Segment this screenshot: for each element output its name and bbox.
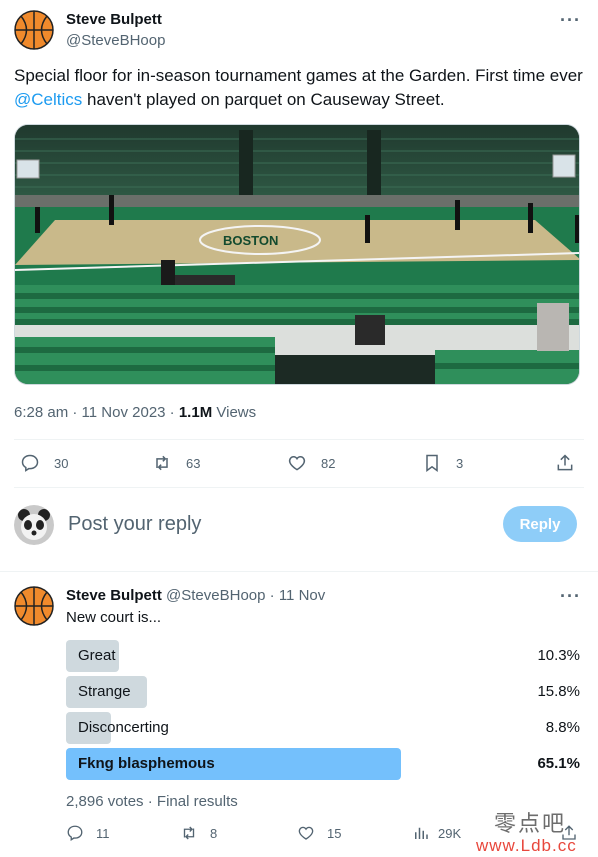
bookmark-action[interactable]: 3 bbox=[422, 453, 463, 473]
poll-footer-dot: · bbox=[147, 793, 153, 810]
tweet-text: Special floor for in-season tournament g… bbox=[14, 64, 584, 112]
poll-author-avatar[interactable] bbox=[14, 586, 54, 626]
views-chart-icon bbox=[415, 827, 428, 839]
retweet-count: 63 bbox=[186, 455, 201, 471]
poll-views-count: 29K bbox=[438, 825, 462, 841]
tweet-text-part2: haven't played on parquet on Causeway St… bbox=[82, 90, 445, 109]
heart-icon bbox=[298, 826, 314, 840]
poll-reply-action[interactable]: 11 bbox=[66, 824, 110, 842]
poll-option-label: Great bbox=[78, 647, 116, 664]
poll-footer: 2,896 votes · Final results bbox=[66, 793, 238, 810]
poll-like-count: 15 bbox=[327, 825, 342, 841]
poll-author-handle[interactable]: @SteveBHoop bbox=[166, 587, 265, 604]
watermark-chinese: 零点吧 bbox=[494, 812, 567, 837]
poll-like-action[interactable]: 15 bbox=[297, 824, 341, 842]
poll-tweet-header: Steve Bulpett @SteveBHoop · 11 Nov bbox=[66, 587, 325, 604]
watermark-url: www.Ldb.cc bbox=[476, 836, 577, 855]
poll-option-percent: 15.8% bbox=[537, 683, 580, 700]
share-action[interactable] bbox=[555, 453, 575, 473]
basketball-icon bbox=[14, 586, 54, 626]
poll-status: Final results bbox=[156, 793, 238, 810]
poll-option-percent: 65.1% bbox=[537, 755, 580, 772]
meta-dot: · bbox=[72, 404, 78, 421]
author-avatar[interactable] bbox=[14, 10, 54, 50]
header-dot: · bbox=[269, 587, 275, 604]
poll-reply-count: 11 bbox=[96, 825, 110, 841]
divider bbox=[14, 487, 584, 488]
poll-option-percent: 8.8% bbox=[545, 719, 580, 736]
retweet-action[interactable]: 63 bbox=[152, 453, 200, 473]
poll-option-winner: Fkng blasphemous 65.1% bbox=[66, 748, 580, 780]
reply-icon bbox=[21, 454, 39, 472]
author-handle[interactable]: @SteveBHoop bbox=[66, 32, 165, 49]
divider bbox=[14, 439, 584, 440]
poll-option-label: Fkng blasphemous bbox=[78, 755, 215, 772]
poll-option: Strange 15.8% bbox=[66, 676, 580, 708]
celtics-mention-link[interactable]: @Celtics bbox=[14, 90, 82, 109]
poll-option: Disconcerting 8.8% bbox=[66, 712, 580, 744]
retweet-icon bbox=[156, 455, 168, 471]
poll-retweet-action[interactable]: 8 bbox=[180, 824, 217, 842]
basketball-icon bbox=[14, 10, 54, 50]
retweet-icon bbox=[183, 826, 195, 840]
svg-text:BOSTON: BOSTON bbox=[223, 233, 278, 248]
tweet-meta: 6:28 am · 11 Nov 2023 · 1.1M Views bbox=[14, 404, 256, 421]
poll-tweet-date[interactable]: 11 Nov bbox=[279, 587, 325, 604]
poll-author-name[interactable]: Steve Bulpett bbox=[66, 587, 162, 604]
views-label: Views bbox=[216, 404, 257, 421]
bookmark-count: 3 bbox=[456, 455, 464, 471]
poll-retweet-count: 8 bbox=[210, 825, 218, 841]
reply-button[interactable]: Reply bbox=[503, 506, 577, 542]
reply-input[interactable]: Post your reply bbox=[68, 513, 201, 536]
poll-views-action[interactable]: 29K bbox=[412, 824, 461, 842]
like-action[interactable]: 82 bbox=[287, 453, 335, 473]
reply-icon bbox=[67, 825, 83, 841]
poll-question: New court is... bbox=[66, 609, 162, 626]
meta-dot: · bbox=[169, 404, 175, 421]
divider bbox=[0, 571, 598, 572]
poll-option-percent: 10.3% bbox=[537, 647, 580, 664]
poll-votes: 2,896 votes bbox=[66, 793, 144, 810]
arena-photo-image: BOSTON bbox=[15, 125, 579, 384]
share-icon bbox=[557, 454, 573, 471]
tweet-time[interactable]: 6:28 am bbox=[14, 404, 68, 421]
tweet-photo[interactable]: BOSTON bbox=[14, 124, 580, 385]
views-count: 1.1M bbox=[178, 404, 213, 421]
user-avatar[interactable] bbox=[14, 505, 54, 545]
poll-more-options-icon[interactable]: ··· bbox=[560, 586, 581, 607]
panda-avatar-icon bbox=[14, 505, 54, 545]
bookmark-icon bbox=[426, 454, 438, 472]
tweet-date[interactable]: 11 Nov 2023 bbox=[82, 404, 166, 421]
tweet-text-part1: Special floor for in-season tournament g… bbox=[14, 66, 583, 85]
poll-option-label: Strange bbox=[78, 683, 131, 700]
reply-action[interactable]: 30 bbox=[20, 453, 68, 473]
author-name[interactable]: Steve Bulpett bbox=[66, 11, 162, 28]
more-options-icon[interactable]: ··· bbox=[560, 10, 581, 31]
reply-count: 30 bbox=[54, 455, 69, 471]
like-count: 82 bbox=[321, 455, 336, 471]
poll-option: Great 10.3% bbox=[66, 640, 580, 672]
poll-option-label: Disconcerting bbox=[78, 719, 169, 736]
heart-icon bbox=[288, 455, 306, 471]
